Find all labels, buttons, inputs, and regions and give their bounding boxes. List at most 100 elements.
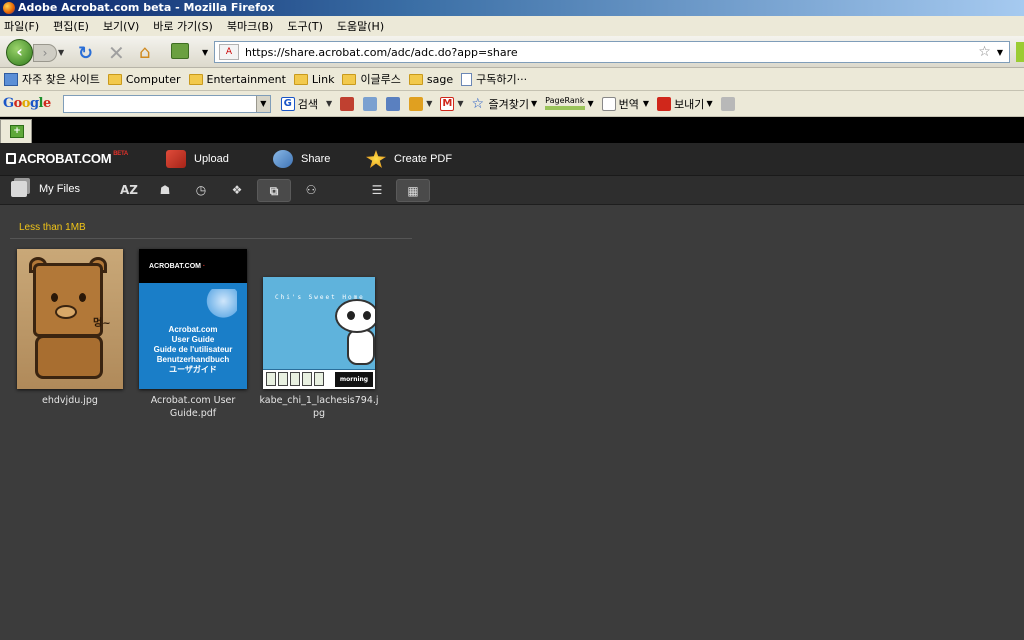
acrobat-logo[interactable]: ACROBAT.COM BETA [6, 151, 128, 166]
bookmark-manager-icon[interactable] [171, 43, 189, 59]
upload-button[interactable]: Upload [166, 150, 229, 168]
translate-icon [601, 96, 616, 111]
dropdown-icon[interactable]: ▼ [326, 99, 332, 108]
firefox-icon [3, 2, 15, 14]
sort-by-status-icon[interactable]: ◷ [184, 179, 218, 202]
addon-icon[interactable] [1016, 42, 1024, 62]
send-to-button[interactable]: 보내기 ▼ [657, 96, 713, 112]
url-text[interactable]: https://share.acrobat.com/adc/adc.do?app… [245, 46, 978, 59]
my-files-button[interactable]: My Files [11, 181, 80, 197]
page-icon [461, 72, 473, 86]
google-bookmarks-button[interactable]: ☆ 즐겨찾기 ▼ [472, 96, 538, 112]
group-label: Less than 1MB [19, 222, 86, 233]
reload-icon[interactable]: ↻ [78, 43, 93, 64]
google-logo[interactable]: Google [3, 96, 51, 111]
menu-go[interactable]: 바로 가기(S) [153, 18, 213, 34]
google-toolbar: Google ▼ G 검색 ▼ ▼ M ▼ ☆ 즐겨찾기 ▼ PageRank … [0, 91, 1024, 117]
sort-by-access-icon[interactable]: ⚇ [294, 179, 328, 202]
tab-acrobat[interactable]: + [0, 119, 32, 143]
menu-bar: 파일(F) 편집(E) 보기(V) 바로 가기(S) 북마크(B) 도구(T) … [0, 16, 1024, 36]
stop-icon[interactable]: ✕ [108, 41, 125, 65]
dropdown-icon[interactable]: ▼ [426, 99, 432, 108]
thumbnail-logo: ACROBAT.COM · [149, 263, 206, 270]
acrobat-logo-icon [6, 153, 16, 164]
window-title: Adobe Acrobat.com beta - Mozilla Firefox [18, 1, 275, 14]
file-item[interactable]: 멍~ ehdvjdu.jpg [10, 249, 130, 407]
google-search-input[interactable]: ▼ [62, 94, 271, 113]
share-illustration [203, 289, 237, 319]
acrobat-favicon-icon: A [219, 44, 239, 60]
google-g-icon: G [280, 96, 295, 111]
acrobat-header: ACROBAT.COM BETA Upload Share Create PDF [0, 143, 1024, 176]
bookmarks-toolbar: 자주 찾은 사이트 Computer Entertainment Link 이글… [0, 68, 1024, 91]
file-thumbnail[interactable]: ACROBAT.COM · Acrobat.com User Guide Gui… [139, 249, 247, 389]
folder-icon [293, 73, 308, 85]
folder-icon [188, 73, 203, 85]
folder-icon [342, 73, 357, 85]
home-icon[interactable]: ⌂ [139, 42, 150, 63]
new-tab-icon: + [10, 125, 24, 138]
folder-icon [107, 73, 122, 85]
bookmark-folder-entertainment[interactable]: Entertainment [188, 73, 286, 86]
google-search-button[interactable]: G 검색 [280, 96, 318, 112]
sort-by-owner-icon[interactable]: ☗ [148, 179, 182, 202]
search-site-icon[interactable] [363, 96, 378, 111]
upload-icon [166, 150, 186, 168]
thumbnail-text: Acrobat.com User Guide Guide de l'utilis… [153, 325, 233, 374]
bookmark-subscribe[interactable]: 구독하기··· [461, 71, 527, 87]
pagerank-indicator[interactable]: PageRank ▼ [545, 97, 594, 110]
star-icon: ☆ [471, 95, 485, 112]
group-divider [10, 238, 412, 239]
forward-button[interactable]: › [33, 44, 57, 62]
sort-by-type-icon[interactable]: ❖ [220, 179, 254, 202]
thumbnail-badge: morning 25 [335, 372, 373, 387]
menu-file[interactable]: 파일(F) [4, 18, 39, 34]
files-icon [11, 181, 27, 197]
window-title-bar: Adobe Acrobat.com beta - Mozilla Firefox [0, 0, 1024, 16]
file-name[interactable]: ehdvjdu.jpg [10, 394, 130, 407]
file-name[interactable]: Acrobat.com User Guide.pdf [133, 394, 253, 420]
translate-button[interactable]: 번역 ▼ [601, 96, 649, 112]
popup-blocker-icon[interactable] [409, 96, 424, 111]
folder-icon [408, 73, 423, 85]
pencil-icon[interactable] [720, 96, 735, 111]
toolbar-dropdown-icon[interactable]: ▼ [202, 48, 208, 57]
star-icon[interactable]: ☆ [978, 44, 991, 60]
grid-view-icon[interactable]: ▦ [396, 179, 430, 202]
menu-tools[interactable]: 도구(T) [287, 18, 323, 34]
share-button[interactable]: Share [273, 150, 330, 168]
menu-help[interactable]: 도움말(H) [337, 18, 384, 34]
menu-bookmarks[interactable]: 북마크(B) [227, 18, 274, 34]
menu-edit[interactable]: 편집(E) [53, 18, 89, 34]
bookmark-folder-egloos[interactable]: 이글루스 [342, 71, 401, 87]
history-dropdown-icon[interactable]: ▼ [58, 48, 64, 57]
file-thumbnail[interactable]: Chi's Sweet Home morning 25 [263, 277, 375, 389]
bookmark-folder-link[interactable]: Link [293, 73, 334, 86]
cat-illustration [347, 329, 375, 365]
file-item[interactable]: Chi's Sweet Home morning 25 kabe_chi_1_l… [259, 249, 379, 420]
url-dropdown-icon[interactable]: ▼ [997, 48, 1003, 57]
menu-view[interactable]: 보기(V) [103, 18, 139, 34]
url-bar[interactable]: A https://share.acrobat.com/adc/adc.do?a… [214, 41, 1010, 63]
gmail-icon[interactable]: M [440, 96, 455, 111]
navigation-toolbar: ‹ › ▼ ↻ ✕ ⌂ ▼ A https://share.acrobat.co… [0, 36, 1024, 68]
create-pdf-button[interactable]: Create PDF [366, 150, 452, 168]
bookmark-folder-computer[interactable]: Computer [107, 73, 181, 86]
sort-by-size-icon[interactable]: ⧉ [257, 179, 291, 202]
bookmark-most-visited[interactable]: 자주 찾은 사이트 [4, 71, 100, 87]
create-pdf-icon [366, 150, 386, 168]
search-dropdown-icon[interactable]: ▼ [255, 95, 270, 112]
zoom-icon[interactable] [386, 96, 401, 111]
bookmark-folder-sage[interactable]: sage [408, 73, 453, 86]
dropdown-icon[interactable]: ▼ [457, 99, 463, 108]
sort-az-button[interactable]: AZ [112, 179, 146, 202]
file-name[interactable]: kabe_chi_1_lachesis794.j pg [259, 394, 379, 420]
thumbnail-text: 멍~ [93, 318, 111, 329]
files-toolbar: My Files AZ ☗ ◷ ❖ ⧉ ⚇ ☰ ▦ [0, 176, 1024, 205]
news-icon[interactable] [340, 96, 355, 111]
file-item[interactable]: ACROBAT.COM · Acrobat.com User Guide Gui… [133, 249, 253, 420]
back-button[interactable]: ‹ [6, 39, 33, 66]
file-thumbnail[interactable]: 멍~ [17, 249, 123, 389]
list-view-icon[interactable]: ☰ [360, 179, 394, 202]
tab-strip: + [0, 117, 1024, 143]
